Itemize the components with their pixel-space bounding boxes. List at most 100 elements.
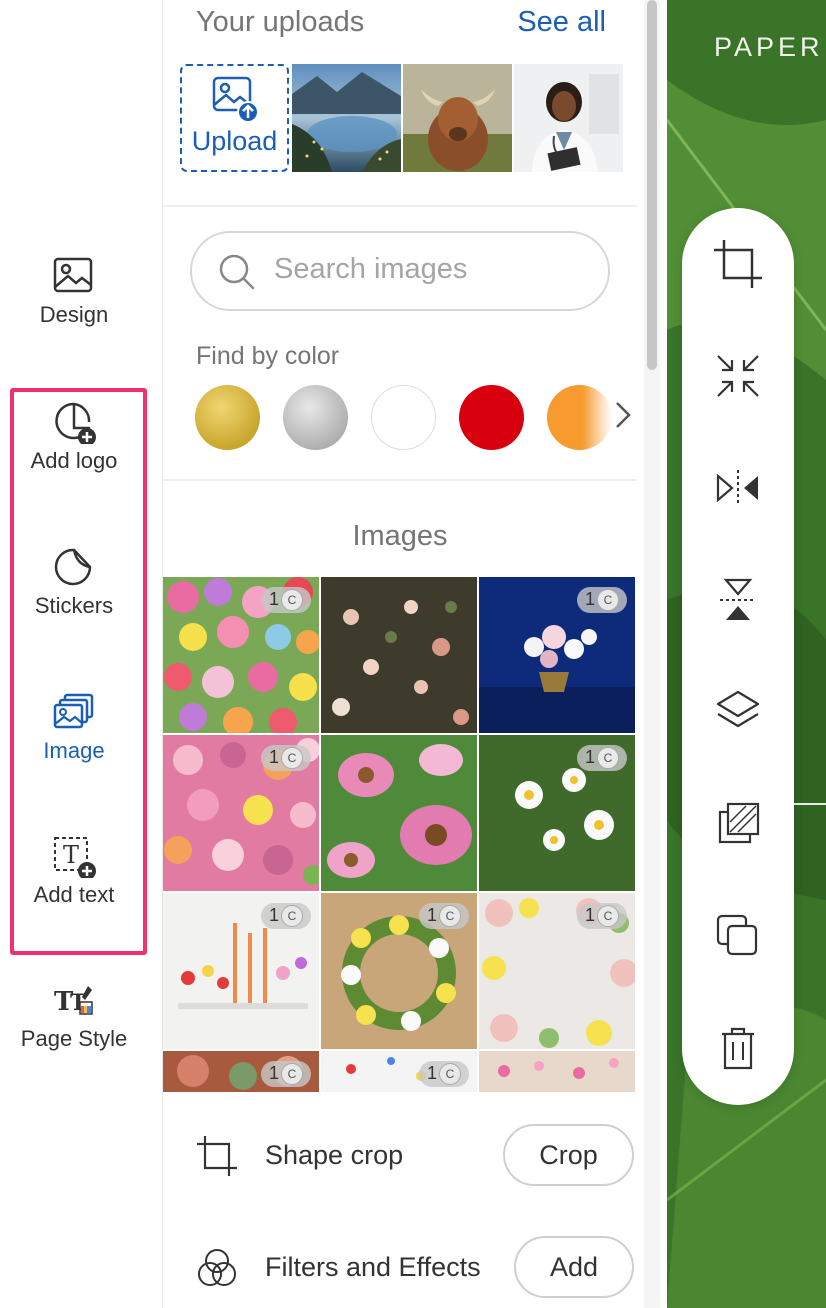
crop-button[interactable]: Crop xyxy=(503,1124,634,1186)
page-style-icon: T T xyxy=(54,986,93,1017)
image-tile-scattered-petals[interactable]: 1C xyxy=(321,1051,477,1092)
image-tile-pink-floral[interactable]: 1C xyxy=(163,735,319,891)
image-tile-bouquet-blue[interactable]: 1C xyxy=(479,577,635,733)
image-grid: 1C 1C 1 C 1 C 1 C 1 C 1 C 1 C 1 C xyxy=(163,577,637,1092)
shape-crop-label: Shape crop xyxy=(265,1140,404,1170)
coin-icon: C xyxy=(439,1063,461,1085)
badge-count: 1 xyxy=(427,905,438,925)
premium-badge[interactable]: 1C xyxy=(261,1061,311,1087)
search-images-input[interactable]: Search images xyxy=(190,231,610,311)
scrollbar-thumb[interactable] xyxy=(647,0,657,370)
search-icon xyxy=(219,254,255,290)
upload-image-icon xyxy=(212,76,259,123)
nav-label-design: Design xyxy=(39,302,109,327)
delete-icon[interactable] xyxy=(708,1018,768,1078)
coin-icon: C xyxy=(597,747,619,769)
badge-count: 1 xyxy=(269,905,280,925)
premium-badge[interactable]: 1C xyxy=(577,903,627,929)
see-all-link[interactable]: See all xyxy=(517,6,606,39)
badge-count: 1 xyxy=(269,589,280,609)
upload-label: Upload xyxy=(191,126,278,156)
uploads-title: Your uploads xyxy=(196,6,365,38)
premium-badge[interactable]: 1C xyxy=(261,587,311,613)
canvas-text[interactable]: PAPER xyxy=(714,32,824,63)
filters-icon xyxy=(198,1249,236,1286)
image-tile-floral-pattern[interactable]: 1C xyxy=(163,577,319,733)
nav-label-add-text: Add text xyxy=(33,882,115,907)
premium-badge[interactable]: 1C xyxy=(261,903,311,929)
add-text-icon: T xyxy=(54,837,96,878)
color-swatch-orange[interactable] xyxy=(547,385,612,450)
premium-badge[interactable]: 1C xyxy=(419,1061,469,1087)
coin-icon: C xyxy=(281,747,303,769)
nav-item-add-text[interactable]: T Add text xyxy=(0,834,148,908)
badge-count: 1 xyxy=(427,1063,438,1083)
filters-effects-row: Filters and Effects Add xyxy=(163,1228,637,1308)
nav-item-page-style[interactable]: T T Page Style xyxy=(0,978,148,1052)
color-swatch-silver[interactable] xyxy=(283,385,348,450)
badge-count: 1 xyxy=(585,905,596,925)
badge-count: 1 xyxy=(269,747,280,767)
color-swatch-white[interactable] xyxy=(371,385,436,450)
nav-label-add-logo: Add logo xyxy=(30,448,118,473)
upload-thumbnail-highland-cow[interactable] xyxy=(403,64,512,172)
nav-item-stickers[interactable]: Stickers xyxy=(0,545,148,619)
shape-crop-row: Shape crop Crop xyxy=(163,1116,637,1196)
image-tile-pink-daisies[interactable] xyxy=(321,735,477,891)
add-filter-button[interactable]: Add xyxy=(514,1236,634,1298)
premium-badge[interactable]: 1C xyxy=(577,587,627,613)
upload-thumbnail-doctor[interactable] xyxy=(514,64,623,172)
nav-label-image: Image xyxy=(43,738,105,763)
image-toolbar xyxy=(682,208,794,1105)
image-icon xyxy=(53,257,93,293)
nav-label-page-style: Page Style xyxy=(20,1026,128,1051)
image-tile-flowers-in-vases[interactable]: 1C xyxy=(163,893,319,1049)
coin-icon: C xyxy=(281,905,303,927)
color-swatch-gold[interactable] xyxy=(195,385,260,450)
coin-icon: C xyxy=(597,589,619,611)
nav-item-add-logo[interactable]: Add logo xyxy=(0,400,148,474)
coin-icon: C xyxy=(597,905,619,927)
nav-item-design[interactable]: Design xyxy=(0,254,148,328)
premium-badge[interactable]: 1C xyxy=(261,745,311,771)
image-panel: Your uploads See all Upload Search image… xyxy=(163,0,637,1308)
image-tile-flower-bush[interactable] xyxy=(321,577,477,733)
panel-scrollbar[interactable] xyxy=(644,0,660,1308)
image-tile-white-daisies[interactable]: 1C xyxy=(479,735,635,891)
upload-thumbnail-coastal-town[interactable] xyxy=(292,64,401,172)
section-divider xyxy=(163,479,637,481)
image-actions-bar: Shape crop Crop Filters and Effects Add xyxy=(163,1092,637,1308)
crop-icon xyxy=(197,1136,237,1176)
image-tile-rose-frame[interactable]: 1C xyxy=(479,893,635,1049)
duplicate-icon[interactable] xyxy=(708,906,768,966)
arrange-icon[interactable] xyxy=(708,794,768,854)
image-tile-floral-wreath[interactable]: 1C xyxy=(321,893,477,1049)
layers-icon[interactable] xyxy=(708,682,768,742)
flip-vertical-icon[interactable] xyxy=(708,570,768,630)
sticker-icon xyxy=(54,548,92,586)
shrink-icon[interactable] xyxy=(708,346,768,406)
badge-count: 1 xyxy=(585,589,596,609)
image-tile-succulents[interactable]: 1C xyxy=(163,1051,319,1092)
find-by-color-label: Find by color xyxy=(196,342,340,370)
filters-effects-label: Filters and Effects xyxy=(265,1252,481,1282)
images-stack-icon xyxy=(53,693,94,729)
upload-button[interactable]: Upload xyxy=(180,64,289,172)
images-section-title: Images xyxy=(352,520,448,552)
chevron-right-icon[interactable] xyxy=(611,398,635,432)
crop-icon[interactable] xyxy=(708,234,768,294)
section-divider xyxy=(163,205,637,207)
coin-icon: C xyxy=(281,589,303,611)
search-placeholder: Search images xyxy=(274,253,468,285)
uploads-header: Your uploads See all xyxy=(196,6,606,42)
badge-count: 1 xyxy=(269,1063,280,1083)
premium-badge[interactable]: 1C xyxy=(577,745,627,771)
image-tile-wildflower-field[interactable] xyxy=(479,1051,635,1092)
left-nav: Design Add logo Stickers Image T Add tex… xyxy=(0,0,163,1308)
coin-icon: C xyxy=(281,1063,303,1085)
color-swatch-red[interactable] xyxy=(459,385,524,450)
nav-item-image[interactable]: Image xyxy=(0,690,148,764)
flip-horizontal-icon[interactable] xyxy=(708,458,768,518)
uploads-row: Upload xyxy=(180,64,623,174)
premium-badge[interactable]: 1C xyxy=(419,903,469,929)
